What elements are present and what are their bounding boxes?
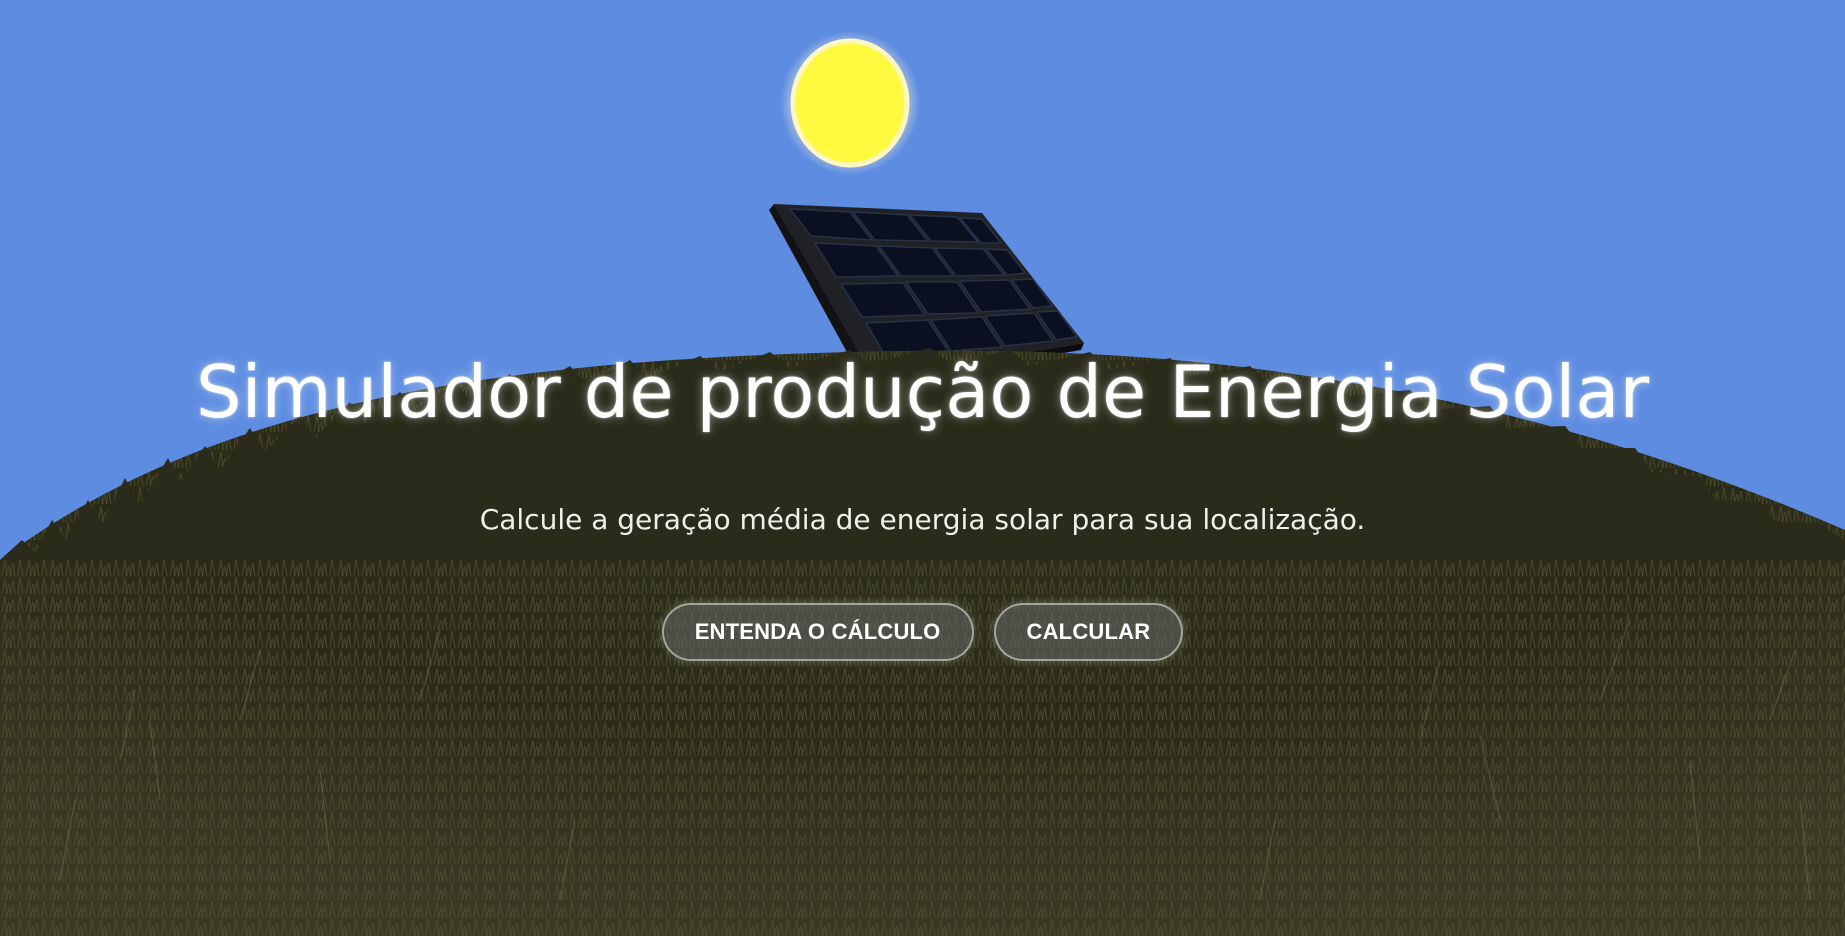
understand-calculation-button[interactable]: ENTENDA O CÁLCULO xyxy=(661,603,974,661)
action-buttons: ENTENDA O CÁLCULO CALCULAR xyxy=(0,603,1845,661)
hero-section: Simulador de produção de Energia Solar C… xyxy=(0,0,1845,936)
page-title: Simulador de produção de Energia Solar xyxy=(195,350,1650,434)
calculate-button[interactable]: CALCULAR xyxy=(993,603,1184,661)
page-subtitle: Calcule a geração média de energia solar… xyxy=(479,503,1366,536)
